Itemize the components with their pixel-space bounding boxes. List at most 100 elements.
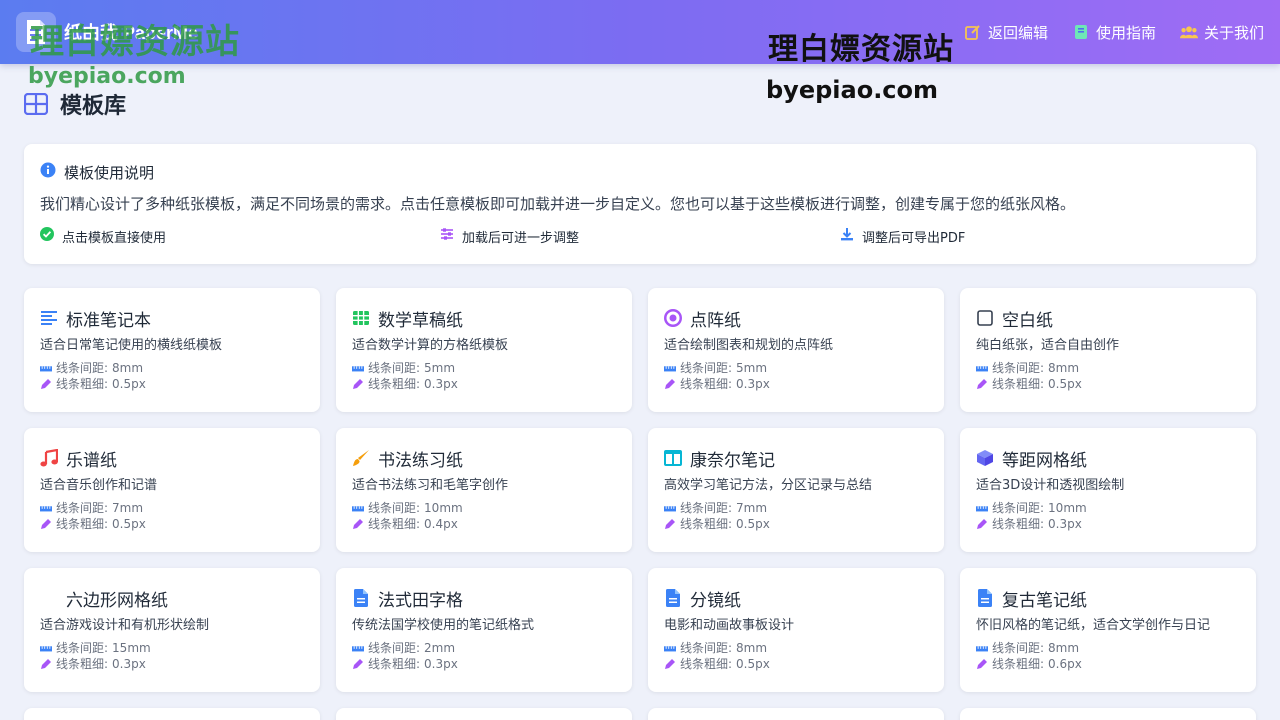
pen-icon — [976, 518, 988, 530]
pen-icon — [664, 658, 676, 670]
template-card-dot-grid[interactable]: 点阵纸 适合绘制图表和规划的点阵纸 线条间距: 5mm 线条粗细: 0.3px — [648, 288, 944, 412]
lines-icon — [40, 309, 58, 327]
line-spacing: 线条间距: 5mm — [664, 360, 928, 376]
pen-icon — [352, 518, 364, 530]
line-spacing: 线条间距: 15mm — [40, 640, 304, 656]
template-name: 法式田字格 — [378, 590, 463, 611]
template-description: 适合日常笔记使用的横线纸模板 — [40, 338, 223, 353]
info-tips: 点击模板直接使用 加载后可进一步调整 调整后可导出PDF — [40, 226, 1240, 246]
line-thickness: 线条粗细: 0.5px — [40, 516, 304, 532]
template-description: 适合书法练习和毛笔字创作 — [352, 478, 509, 493]
template-card[interactable] — [960, 708, 1256, 720]
line-spacing: 线条间距: 5mm — [352, 360, 616, 376]
pen-icon — [352, 658, 364, 670]
file-icon — [352, 589, 370, 607]
nav-about-us[interactable]: 关于我们 — [1179, 22, 1264, 43]
line-thickness: 线条粗细: 0.6px — [976, 656, 1240, 672]
line-spacing: 线条间距: 8mm — [40, 360, 304, 376]
music-note-icon — [40, 449, 58, 467]
template-name: 空白纸 — [1002, 310, 1053, 331]
line-thickness: 线条粗细: 0.5px — [664, 516, 928, 532]
page-title: 模板库 — [24, 88, 126, 120]
file-icon — [664, 589, 682, 607]
line-thickness: 线条粗细: 0.3px — [352, 656, 616, 672]
tip-label: 调整后可导出PDF — [862, 230, 966, 246]
line-thickness: 线条粗细: 0.3px — [664, 376, 928, 392]
template-card[interactable] — [24, 708, 320, 720]
ruler-icon — [664, 642, 676, 654]
nav-back-to-editor[interactable]: 返回编辑 — [964, 22, 1048, 43]
template-description: 电影和动画故事板设计 — [664, 618, 795, 633]
template-description: 适合数学计算的方格纸模板 — [352, 338, 509, 353]
edit-icon — [964, 23, 982, 41]
template-card-blank[interactable]: 空白纸 纯白纸张，适合自由创作 线条间距: 8mm 线条粗细: 0.5px — [960, 288, 1256, 412]
line-spacing: 线条间距: 7mm — [664, 500, 928, 516]
columns-icon — [664, 449, 682, 467]
template-usage-info: 模板使用说明 我们精心设计了多种纸张模板，满足不同场景的需求。点击任意模板即可加… — [24, 144, 1256, 264]
cube-icon — [976, 449, 994, 467]
template-description: 高效学习笔记方法，分区记录与总结 — [664, 478, 873, 493]
grid-icon — [24, 92, 48, 116]
file-icon — [976, 589, 994, 607]
watermark-url: byepiao.com — [28, 64, 186, 89]
template-name: 复古笔记纸 — [1002, 590, 1087, 611]
template-card-french-grid[interactable]: 法式田字格 传统法国学校使用的笔记纸格式 线条间距: 2mm 线条粗细: 0.3px — [336, 568, 632, 692]
download-icon — [840, 227, 854, 245]
line-spacing: 线条间距: 10mm — [976, 500, 1240, 516]
nav-label: 返回编辑 — [987, 23, 1048, 42]
pen-icon — [664, 378, 676, 390]
template-card-standard-notebook[interactable]: 标准笔记本 适合日常笔记使用的横线纸模板 线条间距: 8mm 线条粗细: 0.5px — [24, 288, 320, 412]
line-spacing: 线条间距: 8mm — [976, 360, 1240, 376]
page-title-text: 模板库 — [60, 94, 127, 119]
line-spacing: 线条间距: 10mm — [352, 500, 616, 516]
pen-icon — [40, 518, 52, 530]
template-card[interactable] — [336, 708, 632, 720]
brush-icon — [352, 449, 370, 467]
template-card-hexagon[interactable]: 六边形网格纸 适合游戏设计和有机形状绘制 线条间距: 15mm 线条粗细: 0.3p… — [24, 568, 320, 692]
template-card-isometric[interactable]: 等距网格纸 适合3D设计和透视图绘制 线条间距: 10mm 线条粗细: 0.3px — [960, 428, 1256, 552]
template-card-cornell[interactable]: 康奈尔笔记 高效学习笔记方法，分区记录与总结 线条间距: 7mm 线条粗细: 0.5… — [648, 428, 944, 552]
template-card-storyboard[interactable]: 分镜纸 电影和动画故事板设计 线条间距: 8mm 线条粗细: 0.5px — [648, 568, 944, 692]
pen-icon — [664, 518, 676, 530]
template-card-calligraphy[interactable]: 书法练习纸 适合书法练习和毛笔字创作 线条间距: 10mm 线条粗细: 0.4px — [336, 428, 632, 552]
ruler-icon — [352, 502, 364, 514]
template-card-vintage[interactable]: 复古笔记纸 怀旧风格的笔记纸，适合文学创作与日记 线条间距: 8mm 线条粗细: 0… — [960, 568, 1256, 692]
tip-label: 点击模板直接使用 — [62, 230, 167, 246]
line-thickness: 线条粗细: 0.4px — [352, 516, 616, 532]
template-name: 六边形网格纸 — [66, 590, 168, 611]
book-icon — [1072, 23, 1090, 41]
watermark-text: 理白嫖资源站 — [30, 22, 240, 62]
tip-label: 加载后可进一步调整 — [462, 230, 580, 246]
template-description: 适合游戏设计和有机形状绘制 — [40, 618, 210, 633]
users-icon — [1179, 23, 1198, 41]
template-card[interactable] — [648, 708, 944, 720]
template-description: 适合音乐创作和记谱 — [40, 478, 158, 493]
line-thickness: 线条粗细: 0.5px — [664, 656, 928, 672]
pen-icon — [40, 378, 52, 390]
template-card-math-draft[interactable]: 数学草稿纸 适合数学计算的方格纸模板 线条间距: 5mm 线条粗细: 0.3px — [336, 288, 632, 412]
table-grid-icon — [352, 309, 370, 327]
template-description: 适合3D设计和透视图绘制 — [976, 478, 1125, 493]
line-thickness: 线条粗细: 0.3px — [352, 376, 616, 392]
line-spacing: 线条间距: 8mm — [976, 640, 1240, 656]
pen-icon — [976, 378, 988, 390]
template-name: 数学草稿纸 — [378, 310, 463, 331]
ruler-icon — [976, 502, 988, 514]
check-circle-icon — [40, 227, 54, 245]
template-name: 点阵纸 — [690, 310, 741, 331]
template-name: 分镜纸 — [690, 590, 741, 611]
template-name: 标准笔记本 — [66, 310, 151, 331]
template-description: 传统法国学校使用的笔记纸格式 — [352, 618, 535, 633]
info-description: 我们精心设计了多种纸张模板，满足不同场景的需求。点击任意模板即可加载并进一步自定… — [40, 195, 1076, 213]
line-thickness: 线条粗细: 0.5px — [40, 376, 304, 392]
hexagon-icon — [40, 589, 58, 607]
ruler-icon — [40, 362, 52, 374]
template-card-music-sheet[interactable]: 乐谱纸 适合音乐创作和记谱 线条间距: 7mm 线条粗细: 0.5px — [24, 428, 320, 552]
nav-user-guide[interactable]: 使用指南 — [1072, 22, 1156, 43]
ruler-icon — [40, 502, 52, 514]
info-circle-icon — [40, 162, 56, 182]
template-name: 等距网格纸 — [1002, 450, 1087, 471]
info-heading-text: 模板使用说明 — [64, 163, 155, 182]
template-name: 康奈尔笔记 — [690, 450, 775, 471]
template-grid: 标准笔记本 适合日常笔记使用的横线纸模板 线条间距: 8mm 线条粗细: 0.5px… — [24, 288, 1256, 720]
